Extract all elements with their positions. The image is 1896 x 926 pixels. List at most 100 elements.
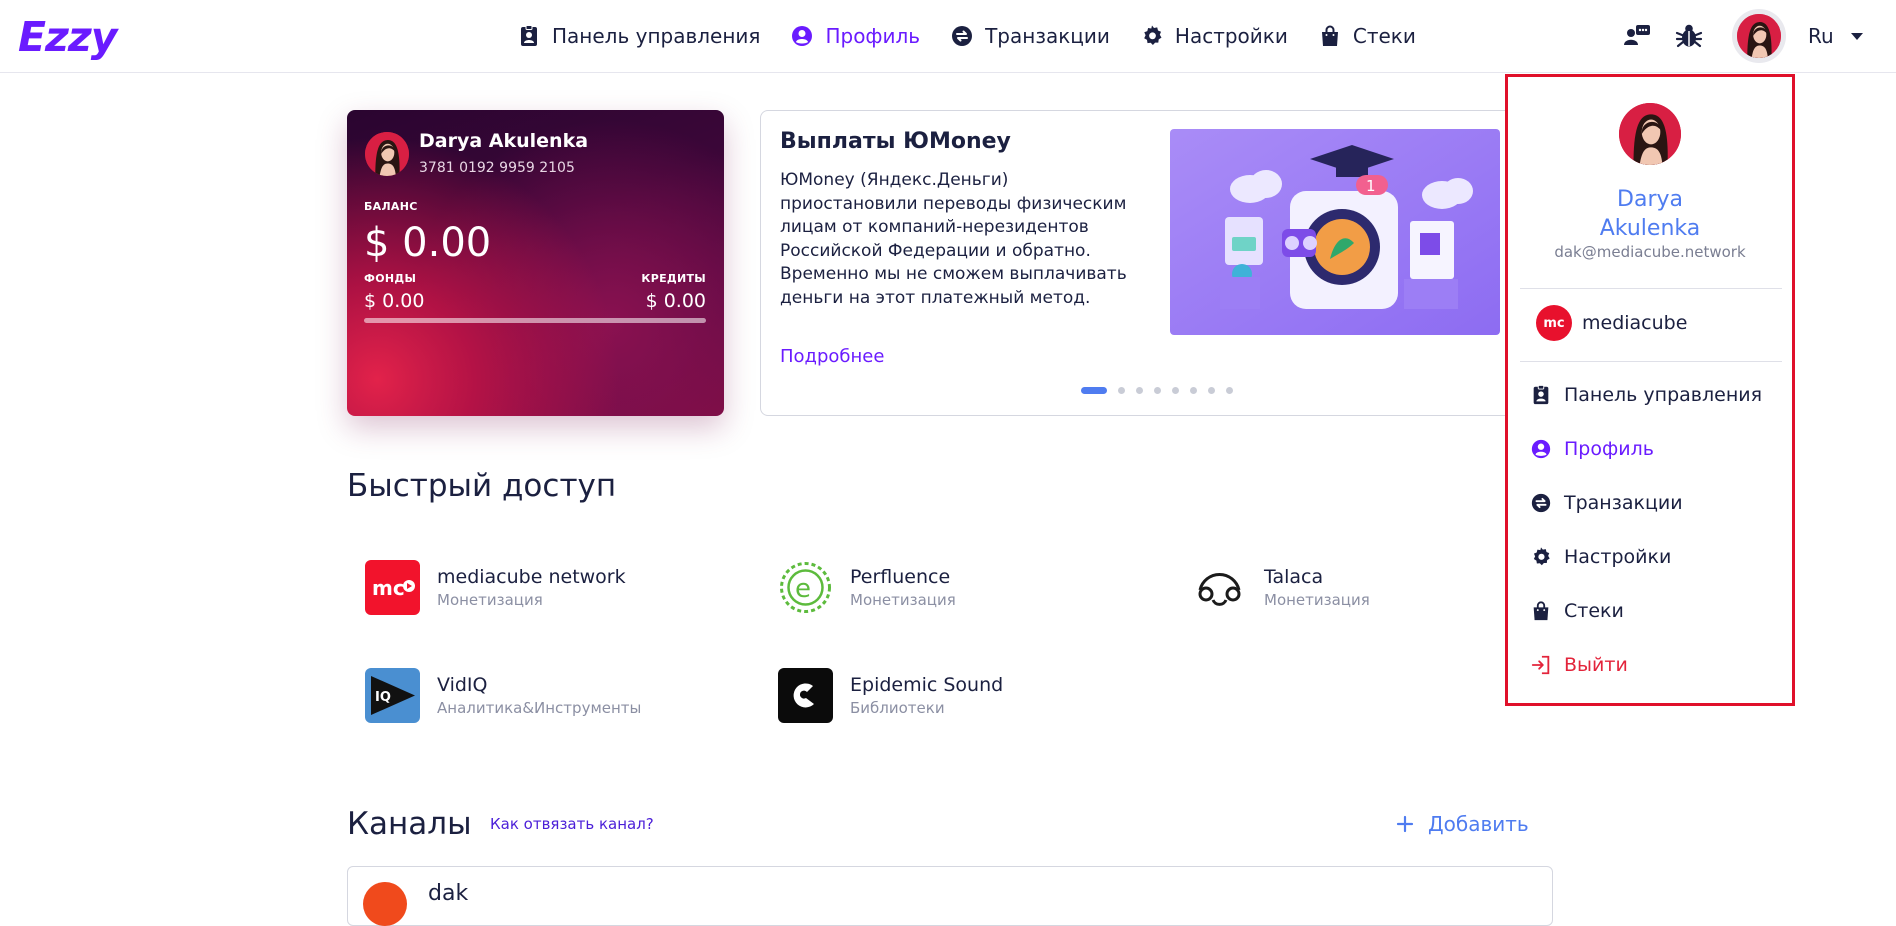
funds-value: $ 0.00 [364,290,425,312]
language-label: Ru [1808,24,1834,48]
nav-label: Панель управления [552,24,761,48]
unlink-channel-help-link[interactable]: Как отвязать канал? [490,815,654,833]
menu-item-label: Панель управления [1564,384,1763,406]
add-channel-button[interactable]: Добавить [1396,812,1529,836]
quick-access-item[interactable]: e Perfluence Монетизация [778,560,956,615]
menu-item-label: Настройки [1564,546,1672,568]
balance-progress-bar [364,318,706,323]
funds-label: ФОНДЫ [364,272,417,285]
main-nav: Панель управления Профиль Транзакции Нас… [517,18,1446,54]
quick-access-category: Аналитика&Инструменты [437,699,642,717]
menu-item-label: Выйти [1564,654,1628,676]
quick-access-item[interactable]: mc mediacube network Монетизация [365,560,626,615]
organization-switcher[interactable]: mc mediacube [1536,305,1687,341]
nav-settings[interactable]: Настройки [1140,18,1288,54]
quick-access-category: Монетизация [850,591,956,609]
card-avatar [365,132,409,176]
news-more-link[interactable]: Подробнее [780,346,884,367]
quick-access-name: Talaca [1264,566,1324,588]
news-carousel: Выплаты ЮMoney ЮMoney (Яндекс.Деньги) пр… [760,110,1520,416]
menu-item-stacks[interactable]: Стеки [1530,600,1624,622]
top-navbar: Ezzy Панель управления Профиль Транзакци… [0,0,1896,73]
talaca-logo [1192,560,1247,615]
menu-item-settings[interactable]: Настройки [1530,546,1671,568]
channel-avatar [363,882,407,926]
nav-label: Настройки [1174,24,1288,48]
quick-access-item[interactable]: Talaca Монетизация [1192,560,1370,615]
svg-text:1: 1 [1366,177,1376,195]
channel-name: dak [428,881,469,906]
shopping-bag-icon [1533,601,1549,621]
menu-item-profile[interactable]: Профиль [1530,438,1654,460]
svg-text:e: e [795,574,811,604]
mediacube-badge: mc [1536,305,1572,341]
epidemic-sound-logo [778,668,833,723]
nav-profile[interactable]: Профиль [790,18,920,54]
quick-access-category: Монетизация [437,591,543,609]
svg-text:IQ: IQ [375,690,391,705]
menu-item-logout[interactable]: Выйти [1530,654,1628,676]
gear-icon [1533,547,1550,566]
user-circle-icon [1531,439,1551,459]
carousel-dot[interactable] [1190,387,1197,394]
logout-icon [1531,655,1550,675]
nav-dashboard[interactable]: Панель управления [517,18,760,54]
nav-label: Транзакции [985,24,1110,48]
menu-item-label: Стеки [1564,600,1624,622]
carousel-dot[interactable] [1081,387,1107,394]
quick-access-item[interactable]: IQ VidIQ Аналитика&Инструменты [365,668,641,723]
quick-access-title: Быстрый доступ [347,468,617,504]
menu-item-dashboard[interactable]: Панель управления [1530,384,1762,406]
avatar [1737,14,1781,58]
balance-value: $ 0.00 [364,220,492,266]
balance-label: БАЛАНС [364,200,418,213]
gear-icon [1144,25,1162,45]
carousel-dot[interactable] [1208,387,1215,394]
menu-divider [1520,288,1782,289]
channels-title: Каналы [347,806,472,842]
mediacube-logo: mc [365,560,420,615]
profile-dropdown-menu: Darya Akulenka dak@mediacube.network mc … [1505,74,1795,706]
exchange-icon [1531,493,1551,513]
menu-item-transactions[interactable]: Транзакции [1530,492,1683,514]
menu-avatar [1619,103,1681,165]
quick-access-item[interactable]: Epidemic Sound Библиотеки [778,668,1003,723]
carousel-dots [1081,387,1244,394]
menu-item-label: Профиль [1564,438,1654,460]
menu-user-email: dak@mediacube.network [1554,243,1746,261]
organization-name: mediacube [1582,312,1688,334]
nav-stacks[interactable]: Стеки [1318,18,1416,54]
header-actions: Ru [1622,9,1864,63]
quick-access-name: VidIQ [437,674,488,696]
quick-access-name: Epidemic Sound [850,674,1004,696]
carousel-dot[interactable] [1154,387,1161,394]
balance-card: Darya Akulenka 3781 0192 9959 2105 БАЛАН… [347,110,724,416]
quick-access-category: Библиотеки [850,699,945,717]
nav-transactions[interactable]: Транзакции [950,18,1110,54]
language-selector[interactable]: Ru [1808,24,1864,48]
clipboard-user-icon [1533,384,1549,405]
menu-user-name-text: Darya Akulenka [1599,187,1701,241]
caret-down-icon [1850,33,1863,40]
card-holder-name: Darya Akulenka [419,130,589,152]
carousel-dot[interactable] [1226,387,1233,394]
channel-row[interactable]: dak [347,866,1553,926]
quick-access-name: Perfluence [850,566,951,588]
ezzy-logo[interactable]: Ezzy [18,13,117,61]
bug-icon[interactable] [1674,21,1704,51]
carousel-dot[interactable] [1136,387,1143,394]
profile-avatar-button[interactable] [1732,9,1786,63]
add-channel-label: Добавить [1428,812,1529,836]
news-body: ЮMoney (Яндекс.Деньги) приостановили пер… [780,170,1127,308]
carousel-dot[interactable] [1118,387,1125,394]
card-number: 3781 0192 9959 2105 [419,160,575,176]
quick-access-category: Монетизация [1264,591,1370,609]
nav-label: Стеки [1352,24,1416,48]
menu-item-label: Транзакции [1564,492,1683,514]
carousel-dot[interactable] [1172,387,1179,394]
vidiq-logo: IQ [365,668,420,723]
shopping-bag-icon [1321,25,1338,46]
user-chat-icon[interactable] [1622,21,1652,51]
clipboard-user-icon [521,25,537,46]
credits-value: $ 0.00 [645,290,706,312]
